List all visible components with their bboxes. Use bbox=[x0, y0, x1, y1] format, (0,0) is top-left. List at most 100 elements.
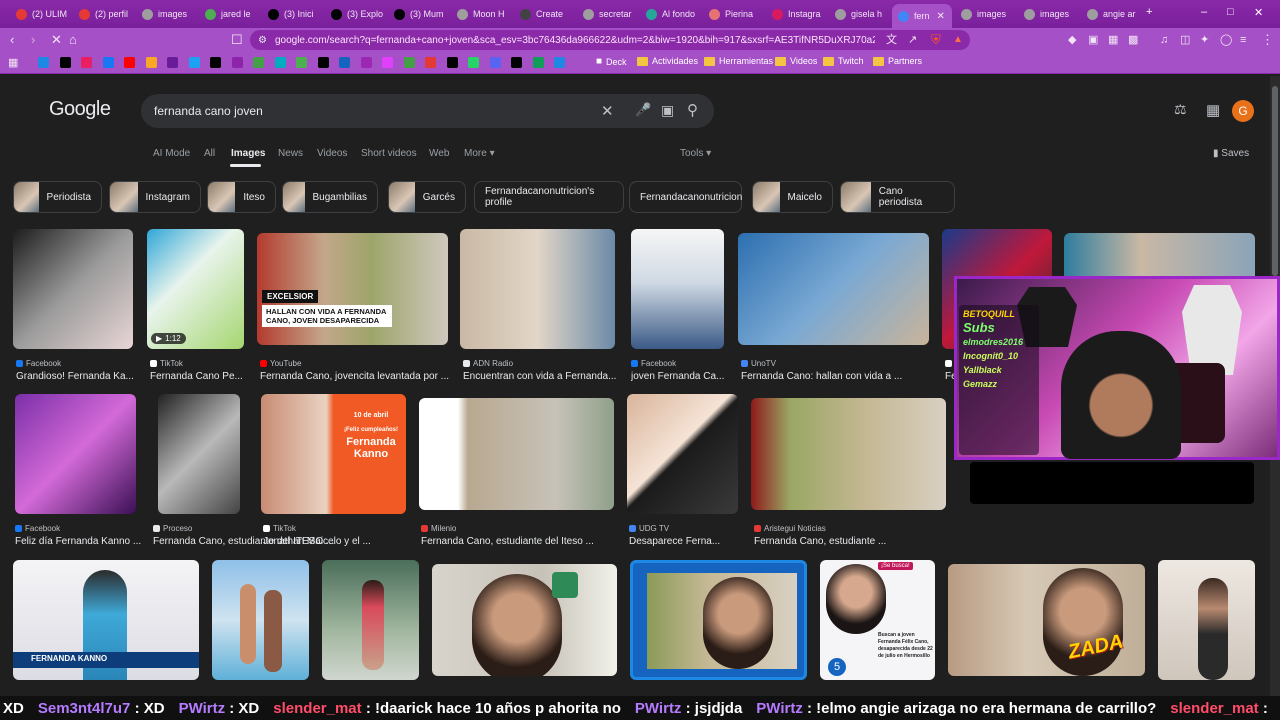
bookmark-favicon-icon[interactable] bbox=[511, 57, 522, 68]
browser-tab[interactable]: secretar bbox=[577, 4, 637, 24]
result-source[interactable]: TikTok bbox=[263, 524, 296, 533]
result-source[interactable]: Facebook bbox=[15, 524, 60, 533]
browser-tab[interactable]: gisela h bbox=[829, 4, 889, 24]
result-source[interactable]: YouTube bbox=[260, 359, 301, 368]
browser-tab[interactable]: images bbox=[136, 4, 196, 24]
microphone-icon[interactable]: 🎤 bbox=[635, 102, 651, 118]
bookmark-favicon-icon[interactable] bbox=[425, 57, 436, 68]
result-source[interactable]: UDG TV bbox=[629, 524, 669, 533]
tab-images[interactable]: Images bbox=[231, 148, 265, 159]
tab-all[interactable]: All bbox=[204, 148, 215, 159]
vpn-icon[interactable]: ◯ bbox=[1220, 32, 1232, 48]
result-source[interactable]: Facebook bbox=[16, 359, 61, 368]
result-source[interactable]: UnoTV bbox=[741, 359, 776, 368]
share-icon[interactable]: ↗ bbox=[908, 32, 917, 48]
result-source[interactable]: Proceso bbox=[153, 524, 192, 533]
browser-tab[interactable]: (2) perfil bbox=[73, 4, 133, 24]
bookmark-folder-herramientas[interactable]: Herramientas bbox=[704, 56, 773, 66]
result-title[interactable]: Fernanda Cano, estudiante del Iteso ... bbox=[421, 536, 594, 547]
bookmark-favicon-icon[interactable] bbox=[296, 57, 307, 68]
search-icon[interactable]: ⚲ bbox=[687, 101, 698, 119]
bookmark-favicon-icon[interactable] bbox=[554, 57, 565, 68]
tab-short-videos[interactable]: Short videos bbox=[361, 148, 417, 159]
translate-icon[interactable]: 文 bbox=[886, 32, 897, 48]
result-title[interactable]: Jonathan Maicelo y el ... bbox=[263, 536, 371, 547]
filter-chip[interactable]: Bugambilias bbox=[282, 181, 378, 213]
bookmark-favicon-icon[interactable] bbox=[446, 57, 458, 68]
filter-chip[interactable]: Iteso bbox=[207, 181, 276, 213]
address-bar[interactable]: ⚙ google.com/search?q=fernanda+cano+jove… bbox=[250, 30, 970, 50]
bookmark-folder-partners[interactable]: Partners bbox=[873, 56, 922, 66]
avatar[interactable]: G bbox=[1232, 100, 1254, 122]
result-source[interactable]: Milenio bbox=[421, 524, 456, 533]
extension-icon-2[interactable]: ▣ bbox=[1088, 32, 1098, 48]
browser-tab[interactable]: (3) Mum bbox=[388, 4, 448, 24]
bookmark-icon[interactable]: ☐ bbox=[231, 32, 243, 48]
browser-tab[interactable]: fern ✕ bbox=[892, 4, 952, 28]
image-result[interactable]: FERNANDA KANNO bbox=[13, 560, 199, 680]
image-result[interactable] bbox=[15, 394, 136, 514]
image-result[interactable] bbox=[460, 229, 615, 349]
result-title[interactable]: Fernanda Cano, jovencita levantada por .… bbox=[260, 371, 449, 382]
image-result[interactable] bbox=[627, 394, 738, 514]
bookmark-favicon-icon[interactable] bbox=[489, 57, 501, 68]
tab-web[interactable]: Web bbox=[429, 148, 449, 159]
browser-tab[interactable]: images bbox=[1018, 4, 1078, 24]
browser-tab[interactable]: Al fondo bbox=[640, 4, 700, 24]
bookmark-favicon-icon[interactable] bbox=[81, 57, 92, 68]
image-result[interactable]: 10 de abril ¡Feliz cumpleaños! Fernanda Ka… bbox=[261, 394, 406, 514]
tab-ai-mode[interactable]: AI Mode bbox=[153, 148, 190, 159]
stop-icon[interactable]: ✕ bbox=[51, 32, 62, 48]
bookmark-favicon-icon[interactable] bbox=[403, 57, 415, 68]
filter-chip[interactable]: Periodista bbox=[13, 181, 102, 213]
bookmark-favicon-icon[interactable] bbox=[210, 57, 221, 68]
browser-tab[interactable]: Instagra bbox=[766, 4, 826, 24]
image-result[interactable]: ▶ 1:12 bbox=[147, 229, 244, 349]
image-result[interactable] bbox=[322, 560, 419, 680]
home-icon[interactable]: ⌂ bbox=[69, 32, 77, 48]
saves-button[interactable]: ▮ Saves bbox=[1213, 148, 1249, 159]
filter-chip[interactable]: Instagram bbox=[109, 181, 201, 213]
bookmark-favicon-icon[interactable] bbox=[102, 57, 114, 68]
menu-icon[interactable]: ⋮ bbox=[1261, 32, 1274, 48]
image-result[interactable]: ¡Se busca! Buscan a joven Fernanda Félix… bbox=[820, 560, 935, 680]
brave-shield-icon[interactable]: ⛨ bbox=[931, 32, 941, 48]
image-result[interactable] bbox=[158, 394, 240, 514]
result-title[interactable]: Fernanda Cano, estudiante ... bbox=[754, 536, 886, 547]
bookmark-favicon-icon[interactable] bbox=[317, 57, 329, 68]
bookmark-favicon-icon[interactable] bbox=[124, 57, 135, 68]
bookmark-folder-actividades[interactable]: Actividades bbox=[637, 56, 698, 66]
wallet-icon[interactable]: ≡ bbox=[1240, 32, 1246, 48]
new-tab-icon[interactable]: + bbox=[1146, 6, 1152, 18]
image-result[interactable] bbox=[432, 564, 617, 676]
bookmark-favicon-icon[interactable] bbox=[339, 57, 350, 68]
bookmark-favicon-icon[interactable] bbox=[468, 57, 479, 68]
image-result[interactable] bbox=[630, 560, 807, 680]
filter-chip[interactable]: Maicelo bbox=[752, 181, 833, 213]
image-result[interactable] bbox=[738, 233, 929, 345]
image-result[interactable] bbox=[419, 398, 614, 510]
site-info-icon[interactable]: ⚙ bbox=[258, 35, 267, 46]
result-source[interactable]: ADN Radio bbox=[463, 359, 513, 368]
image-result[interactable]: ZADA bbox=[948, 564, 1145, 676]
bookmark-favicon-icon[interactable] bbox=[360, 57, 372, 68]
image-result[interactable]: EXCELSIOR HALLAN CON VIDA A FERNANDA CANO… bbox=[257, 233, 448, 345]
result-source[interactable]: TikTok bbox=[150, 359, 183, 368]
result-source[interactable]: Facebook bbox=[631, 359, 676, 368]
extension-icon-3[interactable]: ▦ bbox=[1108, 32, 1118, 48]
browser-tab[interactable]: (3) Inici bbox=[262, 4, 322, 24]
minimize-icon[interactable]: – bbox=[1201, 6, 1207, 18]
rewards-icon[interactable]: ▲ bbox=[953, 32, 963, 48]
filter-chip[interactable]: Garcés bbox=[388, 181, 466, 213]
image-result[interactable] bbox=[212, 560, 309, 680]
extension-icon-4[interactable]: ▩ bbox=[1128, 32, 1138, 48]
tools-button[interactable]: Tools ▾ bbox=[680, 148, 711, 159]
scrollbar-thumb[interactable] bbox=[1272, 86, 1278, 276]
extensions-puzzle-icon[interactable]: ✦ bbox=[1200, 32, 1209, 48]
image-result[interactable] bbox=[1158, 560, 1255, 680]
result-title[interactable]: Fernanda Cano Pe... bbox=[150, 371, 243, 382]
clear-icon[interactable]: ✕ bbox=[601, 102, 614, 120]
browser-tab[interactable]: (3) Explo bbox=[325, 4, 385, 24]
extension-icon-1[interactable]: ◆ bbox=[1068, 32, 1076, 48]
tab-news[interactable]: News bbox=[278, 148, 303, 159]
